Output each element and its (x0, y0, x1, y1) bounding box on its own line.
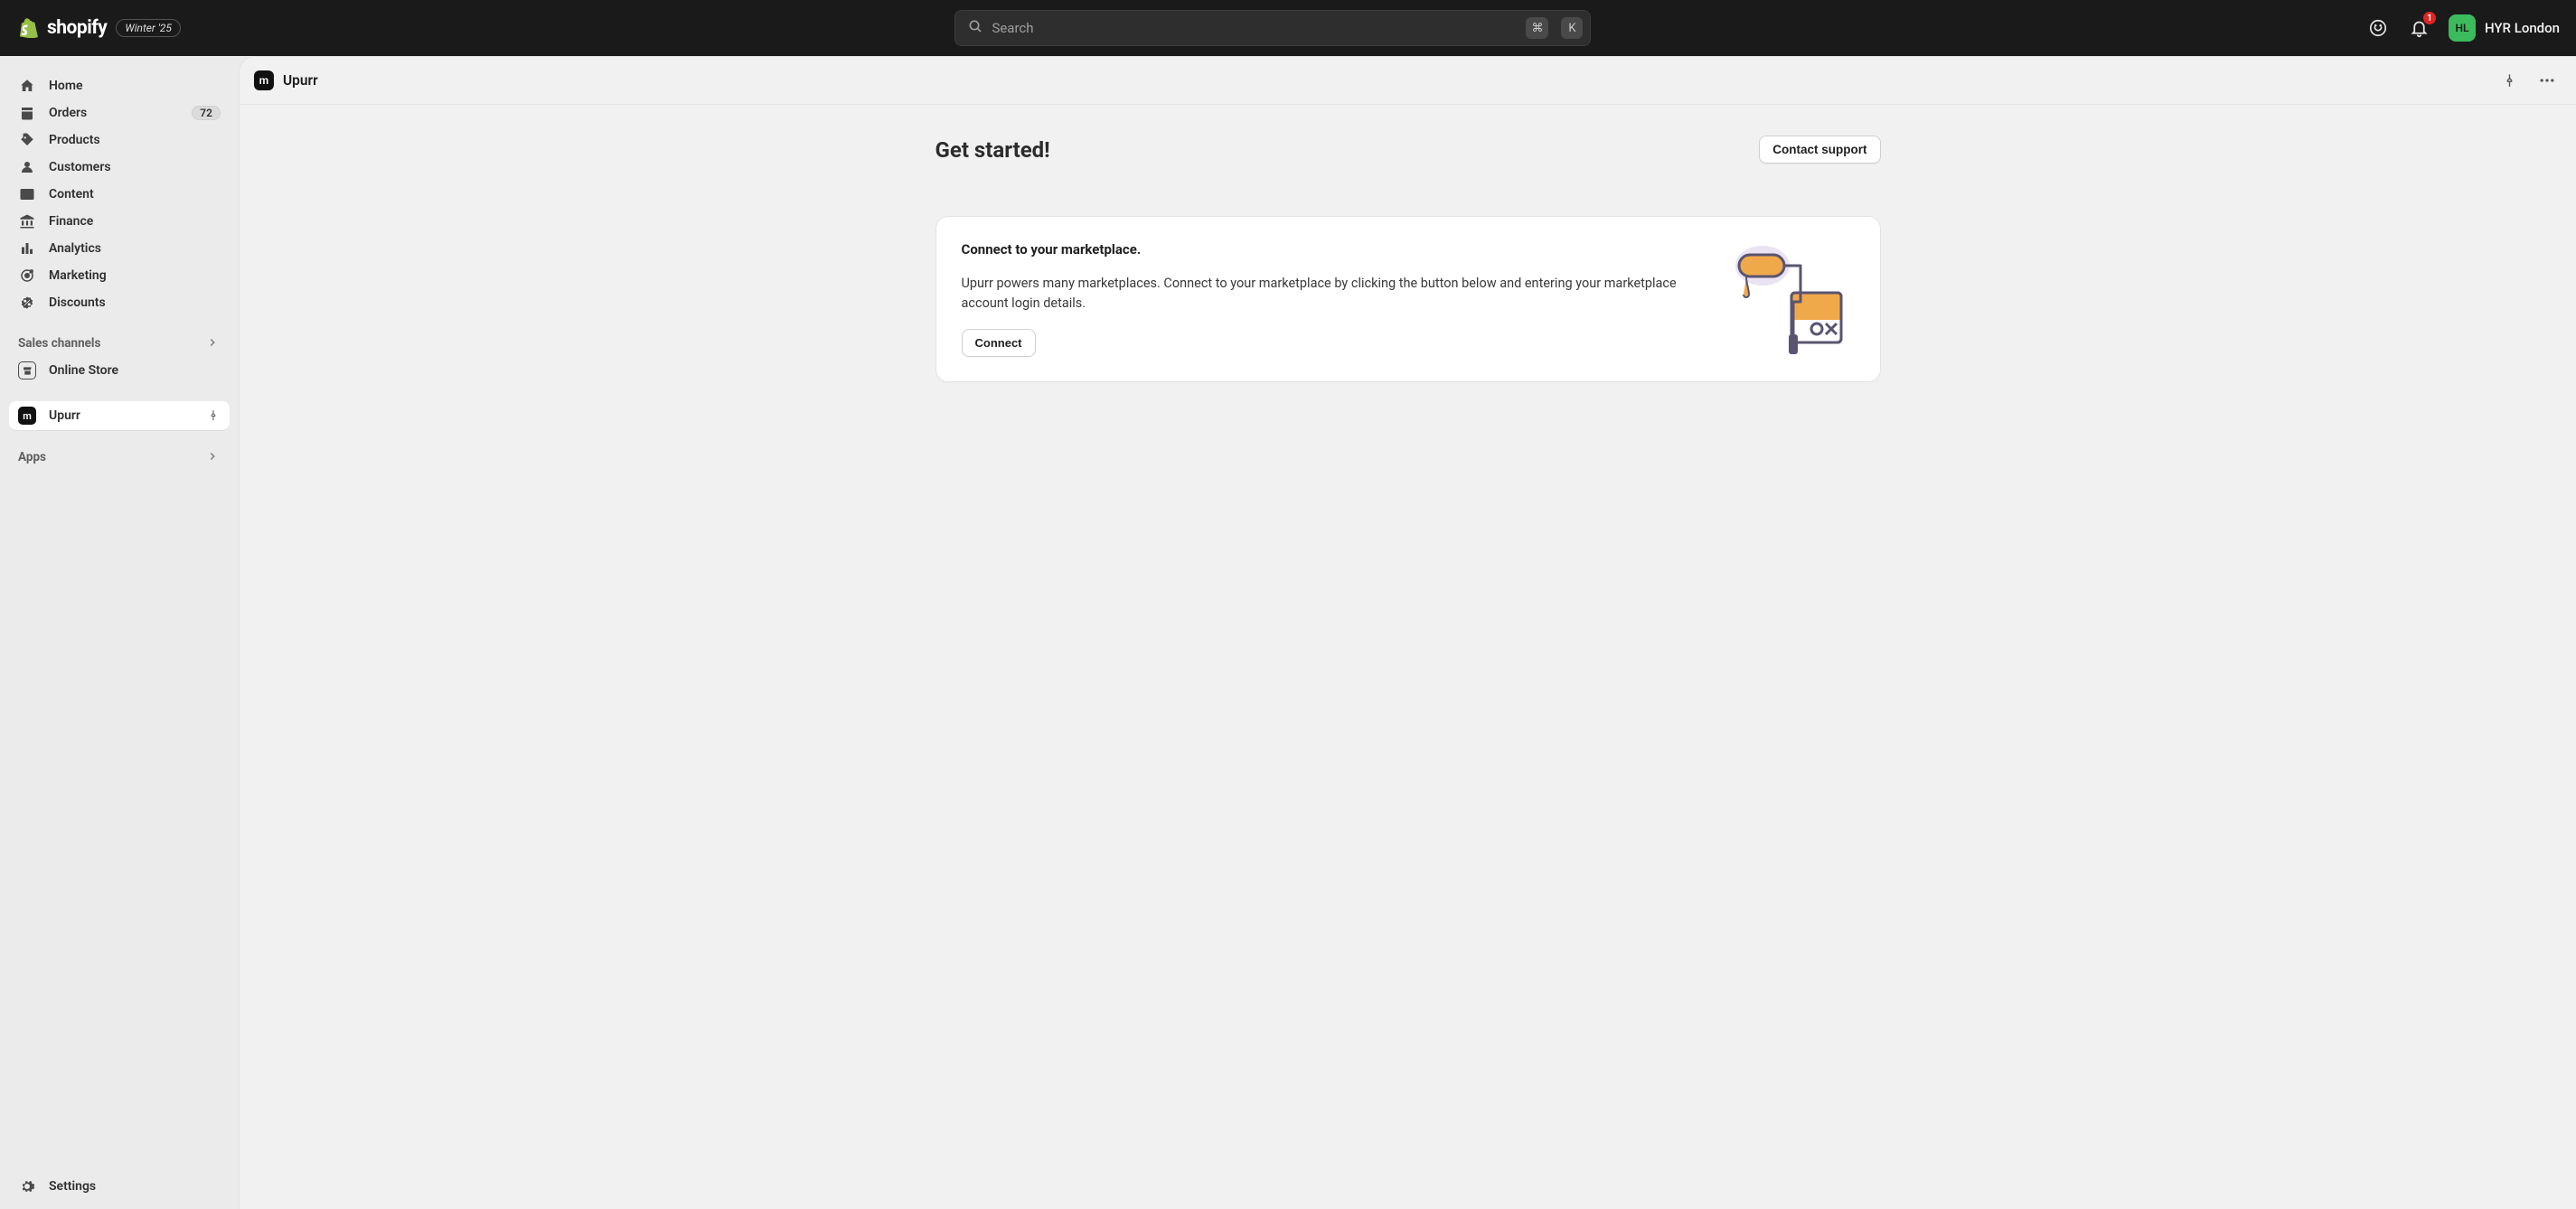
search-input[interactable]: Search ⌘ K (954, 10, 1591, 46)
person-icon (18, 159, 36, 175)
chevron-right-icon (206, 450, 221, 464)
illustration-painting-icon (1719, 240, 1855, 358)
store-icon (18, 361, 36, 380)
sidebar-item-analytics[interactable]: Analytics (9, 235, 230, 262)
sidebar-label: Home (49, 79, 221, 93)
sidebar-label: Upurr (49, 408, 193, 423)
orders-count-badge: 72 (192, 106, 221, 120)
apps-list: m Upurr (9, 401, 230, 430)
app-icon: m (18, 407, 36, 425)
content-area: Get started! Contact support Connect to … (240, 105, 2576, 1209)
primary-nav: Home Orders 72 Products Customers Conten… (9, 72, 230, 316)
main-panel: m Upurr Get started! Contact support (239, 56, 2576, 1209)
sidebar-item-online-store[interactable]: Online Store (9, 356, 230, 385)
image-icon (18, 186, 36, 202)
sales-channels-header[interactable]: Sales channels (9, 329, 230, 356)
edition-badge[interactable]: Winter '25 (116, 19, 181, 37)
bank-icon (18, 213, 36, 230)
section-label: Sales channels (18, 336, 100, 351)
card-heading: Connect to your marketplace. (962, 241, 1697, 258)
sidebar-item-finance[interactable]: Finance (9, 208, 230, 235)
chart-icon (18, 240, 36, 257)
sidebar-label: Products (49, 133, 221, 147)
brand-wordmark: shopify (47, 17, 107, 39)
tag-icon (18, 132, 36, 148)
sidebar-label: Content (49, 187, 221, 202)
sidebar-label: Settings (49, 1179, 221, 1194)
target-icon (18, 267, 36, 284)
search-placeholder: Search (992, 20, 1517, 36)
avatar: HL (2449, 14, 2476, 42)
notification-badge: 1 (2423, 12, 2436, 24)
sidebar-item-upurr[interactable]: m Upurr (9, 401, 230, 430)
section-label: Apps (18, 450, 46, 464)
sidebar-label: Finance (49, 214, 221, 229)
discount-icon (18, 295, 36, 311)
more-menu-button[interactable] (2533, 66, 2562, 95)
hero-row: Get started! Contact support (935, 136, 1881, 164)
search-icon (968, 19, 982, 37)
search-wrap: Search ⌘ K (193, 10, 2353, 46)
sidebar-item-discounts[interactable]: Discounts (9, 289, 230, 316)
sidebar-label: Analytics (49, 241, 221, 256)
hero-title: Get started! (935, 137, 1050, 163)
kbd-cmd: ⌘ (1526, 17, 1548, 39)
connect-card: Connect to your marketplace. Upurr power… (935, 216, 1881, 382)
sidebar-item-products[interactable]: Products (9, 127, 230, 154)
sidebar-item-customers[interactable]: Customers (9, 154, 230, 181)
store-name: HYR London (2485, 20, 2560, 36)
topbar-actions: 1 HL HYR London (2365, 14, 2560, 42)
pin-icon[interactable] (206, 408, 221, 423)
card-body-text: Upurr powers many marketplaces. Connect … (962, 274, 1697, 314)
sidebar-label: Marketing (49, 268, 221, 283)
sidebar-label: Customers (49, 160, 221, 174)
sidebar-item-marketing[interactable]: Marketing (9, 262, 230, 289)
sidebar-item-home[interactable]: Home (9, 72, 230, 99)
sidebar-item-orders[interactable]: Orders 72 (9, 99, 230, 127)
sidebar-item-settings[interactable]: Settings (9, 1173, 230, 1200)
page-header-actions (2495, 66, 2562, 95)
sidebar-label: Discounts (49, 295, 221, 310)
topbar: shopify Winter '25 Search ⌘ K 1 HL HYR L… (0, 0, 2576, 56)
chevron-right-icon (206, 336, 221, 351)
page-title: Upurr (283, 72, 2486, 89)
notifications-button[interactable]: 1 (2407, 15, 2432, 41)
page-header: m Upurr (240, 57, 2576, 105)
sales-channels-list: Online Store (9, 356, 230, 385)
account-menu[interactable]: HL HYR London (2449, 14, 2560, 42)
sidebar-label: Orders (49, 106, 179, 120)
sidebar: Home Orders 72 Products Customers Conten… (0, 56, 239, 1209)
orders-icon (18, 105, 36, 121)
kbd-k: K (1561, 17, 1583, 39)
apps-header[interactable]: Apps (9, 443, 230, 470)
rewards-icon[interactable] (2365, 15, 2391, 41)
contact-support-button[interactable]: Contact support (1759, 136, 1880, 164)
gear-icon (18, 1178, 36, 1195)
home-icon (18, 78, 36, 94)
connect-button[interactable]: Connect (962, 329, 1036, 357)
shopify-bag-icon (20, 18, 38, 38)
sidebar-label: Online Store (49, 363, 221, 378)
brand-logo[interactable]: shopify Winter '25 (20, 17, 181, 39)
app-icon: m (254, 70, 274, 90)
sidebar-item-content[interactable]: Content (9, 181, 230, 208)
pin-button[interactable] (2495, 66, 2524, 95)
